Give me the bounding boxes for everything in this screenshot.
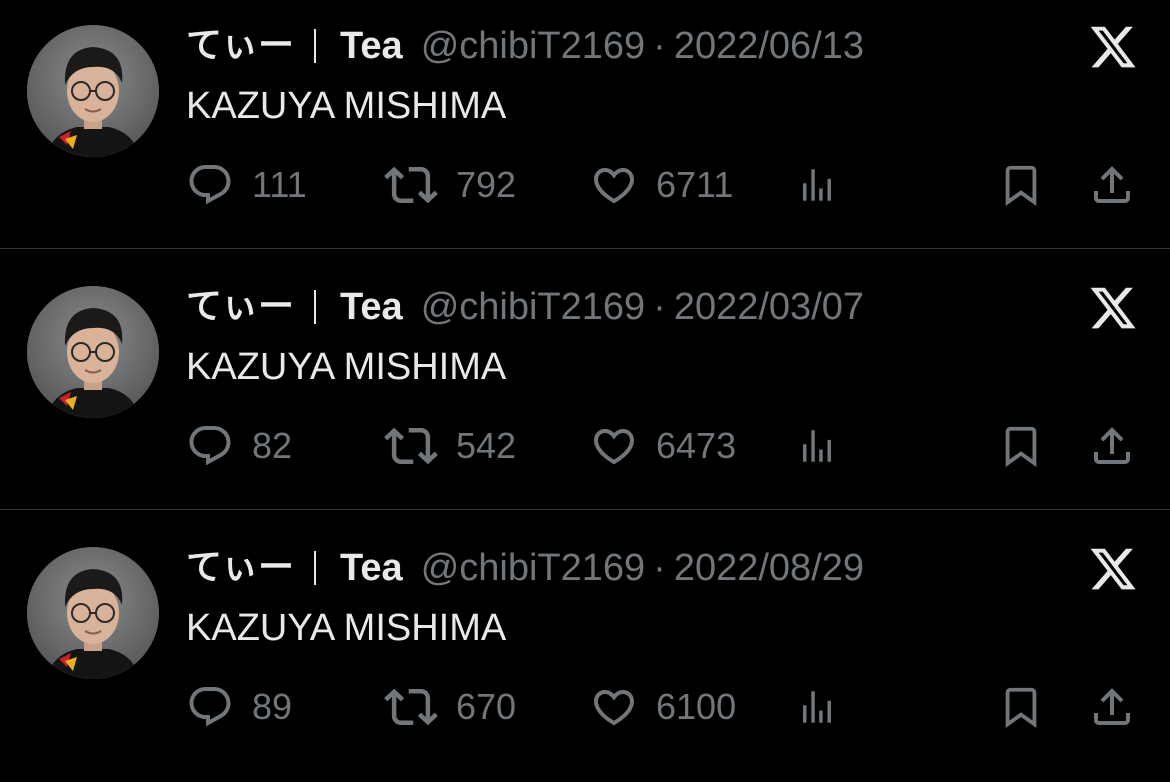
tweet-text: KAZUYA MISHIMA: [186, 85, 507, 127]
tweet-header: てぃー Tea @chibiT2169 · 2022/06/13: [186, 22, 864, 70]
like-icon: [593, 168, 635, 204]
tweet-card[interactable]: てぃー Tea @chibiT2169 · 2022/08/29 KAZUYA MISH…: [0, 522, 1170, 782]
x-logo-icon: [1090, 26, 1136, 68]
tweet-text: KAZUYA MISHIMA: [186, 607, 507, 649]
x-logo-icon: [1090, 287, 1136, 329]
like-count: 6100: [656, 686, 737, 727]
share-button[interactable]: [1088, 160, 1136, 210]
reply-button[interactable]: 82: [186, 421, 292, 471]
retweet-count: 670: [456, 686, 517, 727]
retweet-count: 792: [456, 164, 517, 205]
tweet-date[interactable]: 2022/06/13: [674, 22, 864, 70]
reply-icon: [189, 165, 231, 205]
share-icon: [1094, 166, 1130, 203]
name-divider: [314, 290, 317, 324]
bookmark-icon: [1005, 165, 1037, 206]
share-button[interactable]: [1088, 682, 1136, 732]
tweet-text: KAZUYA MISHIMA: [186, 346, 507, 388]
views-icon: [803, 691, 831, 723]
header-separator: ·: [653, 25, 666, 67]
tweet-divider: [0, 509, 1170, 510]
views-button[interactable]: [796, 421, 838, 471]
user-handle[interactable]: @chibiT2169: [421, 544, 645, 592]
bookmark-icon: [1005, 426, 1037, 467]
tweet-header: てぃー Tea @chibiT2169 · 2022/03/07: [186, 283, 864, 331]
avatar-image: [27, 25, 159, 157]
bookmark-icon: [1005, 687, 1037, 728]
bookmark-button[interactable]: [998, 682, 1044, 732]
reply-count: 82: [252, 425, 293, 466]
views-icon: [803, 169, 831, 201]
tweet-actions: 111 792 6711: [0, 160, 1170, 210]
like-count: 6711: [656, 164, 734, 205]
share-icon: [1094, 688, 1130, 725]
share-button[interactable]: [1088, 421, 1136, 471]
bookmark-button[interactable]: [998, 160, 1044, 210]
like-count: 6473: [656, 425, 737, 466]
reply-icon: [189, 687, 231, 727]
like-button[interactable]: 6100: [590, 682, 736, 732]
retweet-icon: [384, 166, 438, 204]
tweet-card[interactable]: てぃー Tea @chibiT2169 · 2022/06/13 KAZUYA MISH…: [0, 0, 1170, 260]
tweet-date[interactable]: 2022/08/29: [674, 544, 864, 592]
views-button[interactable]: [796, 682, 838, 732]
user-handle[interactable]: @chibiT2169: [421, 22, 645, 70]
name-divider: [314, 29, 317, 63]
display-name[interactable]: てぃー: [186, 22, 294, 70]
avatar-image: [27, 286, 159, 418]
header-separator: ·: [653, 286, 666, 328]
header-separator: ·: [653, 547, 666, 589]
views-button[interactable]: [796, 160, 838, 210]
display-name[interactable]: てぃー: [186, 544, 294, 592]
bookmark-button[interactable]: [998, 421, 1044, 471]
tweet-date[interactable]: 2022/03/07: [674, 283, 864, 331]
like-icon: [593, 690, 635, 726]
views-icon: [803, 430, 831, 462]
avatar[interactable]: [27, 547, 159, 679]
x-logo-icon: [1090, 548, 1136, 590]
share-icon: [1094, 427, 1130, 464]
avatar[interactable]: [27, 25, 159, 157]
retweet-button[interactable]: 542: [384, 421, 516, 471]
retweet-icon: [384, 688, 438, 726]
reply-icon: [189, 426, 231, 466]
display-name-suffix[interactable]: Tea: [340, 283, 403, 331]
reply-count: 111: [252, 164, 307, 205]
reply-button[interactable]: 111: [186, 160, 307, 210]
tweet-actions: 82 542 6473: [0, 421, 1170, 471]
tweet-header: てぃー Tea @chibiT2169 · 2022/08/29: [186, 544, 864, 592]
retweet-button[interactable]: 670: [384, 682, 516, 732]
tweet-card[interactable]: てぃー Tea @chibiT2169 · 2022/03/07 KAZUYA MISH…: [0, 261, 1170, 521]
tweet-actions: 89 670 6100: [0, 682, 1170, 732]
reply-count: 89: [252, 686, 293, 727]
display-name-suffix[interactable]: Tea: [340, 544, 403, 592]
retweet-count: 542: [456, 425, 517, 466]
tweet-divider: [0, 248, 1170, 249]
like-button[interactable]: 6711: [590, 160, 733, 210]
retweet-icon: [384, 427, 438, 465]
like-icon: [593, 429, 635, 465]
tweet-feed: てぃー Tea @chibiT2169 · 2022/06/13 KAZUYA MISH…: [0, 0, 1170, 766]
display-name[interactable]: てぃー: [186, 283, 294, 331]
reply-button[interactable]: 89: [186, 682, 292, 732]
avatar[interactable]: [27, 286, 159, 418]
name-divider: [314, 551, 317, 585]
avatar-image: [27, 547, 159, 679]
display-name-suffix[interactable]: Tea: [340, 22, 403, 70]
like-button[interactable]: 6473: [590, 421, 736, 471]
retweet-button[interactable]: 792: [384, 160, 516, 210]
user-handle[interactable]: @chibiT2169: [421, 283, 645, 331]
